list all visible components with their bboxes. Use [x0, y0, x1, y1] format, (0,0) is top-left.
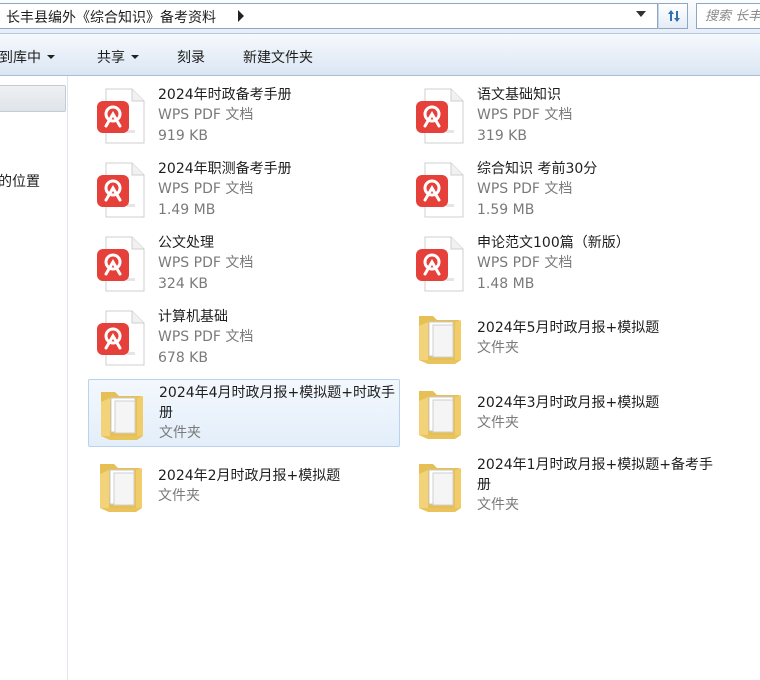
- address-bar: 长丰县编外《综合知识》备考资料: [0, 0, 760, 34]
- chevron-down-icon: [131, 55, 139, 59]
- new-folder-button[interactable]: 新建文件夹: [243, 47, 313, 67]
- item-name: 公文处理: [158, 235, 214, 251]
- item-size: 678 KB: [158, 350, 208, 366]
- wps-pdf-icon: [415, 236, 465, 292]
- file-item[interactable]: 综合知识 考前30分 WPS PDF 文档 1.59 MB: [407, 156, 719, 224]
- share-button[interactable]: 共享: [97, 47, 139, 67]
- folder-icon: [96, 458, 146, 514]
- navigation-pane: 的位置: [0, 76, 68, 680]
- item-type: 文件夹: [159, 425, 201, 441]
- wps-pdf-icon: [415, 162, 465, 218]
- file-list: 2024年时政备考手册 WPS PDF 文档 919 KB 语文基础知识 WPS PD…: [69, 76, 760, 680]
- folder-item[interactable]: 2024年4月时政月报+模拟题+时政手册文件夹: [88, 379, 400, 447]
- folder-icon: [415, 458, 465, 514]
- search-input[interactable]: [697, 4, 760, 28]
- folder-item[interactable]: 2024年3月时政月报+模拟题 文件夹: [407, 379, 719, 447]
- item-size: 919 KB: [158, 128, 208, 144]
- item-name: 2024年时政备考手册: [158, 87, 292, 103]
- item-type: WPS PDF 文档: [158, 107, 254, 123]
- chevron-down-icon: [47, 55, 55, 59]
- refresh-icon: [668, 10, 680, 22]
- item-name: 2024年2月时政月报+模拟题: [158, 468, 341, 484]
- item-size: 1.48 MB: [477, 276, 535, 292]
- item-name: 2024年职测备考手册: [158, 161, 292, 177]
- file-item[interactable]: 语文基础知识 WPS PDF 文档 319 KB: [407, 82, 719, 150]
- breadcrumb[interactable]: 长丰县编外《综合知识》备考资料: [0, 3, 658, 29]
- item-name: 2024年3月时政月报+模拟题: [477, 395, 660, 411]
- folder-item[interactable]: 2024年1月时政月报+模拟题+备考手册文件夹: [407, 452, 719, 520]
- item-type: 文件夹: [158, 488, 200, 504]
- folder-icon: [97, 386, 147, 442]
- item-name: 2024年5月时政月报+模拟题: [477, 320, 660, 336]
- item-name: 计算机基础: [158, 309, 228, 325]
- search-box[interactable]: [696, 3, 760, 29]
- item-type: WPS PDF 文档: [158, 329, 254, 345]
- item-type: WPS PDF 文档: [477, 107, 573, 123]
- nav-item-selected[interactable]: [0, 85, 66, 112]
- file-item[interactable]: 2024年职测备考手册 WPS PDF 文档 1.49 MB: [88, 156, 400, 224]
- folder-item[interactable]: 2024年2月时政月报+模拟题 文件夹: [88, 452, 400, 520]
- item-name: 申论范文100篇（新版）: [477, 235, 630, 251]
- wps-pdf-icon: [415, 88, 465, 144]
- item-name: 2024年4月时政月报+模拟题+时政手册: [159, 385, 395, 421]
- folder-icon: [415, 310, 465, 366]
- folder-item[interactable]: 2024年5月时政月报+模拟题 文件夹: [407, 304, 719, 372]
- item-name: 2024年1月时政月报+模拟题+备考手册: [477, 457, 713, 493]
- refresh-button[interactable]: [658, 3, 688, 29]
- breadcrumb-path[interactable]: 长丰县编外《综合知识》备考资料: [6, 7, 216, 27]
- item-type: 文件夹: [477, 497, 519, 513]
- file-item[interactable]: 计算机基础 WPS PDF 文档 678 KB: [88, 304, 400, 372]
- breadcrumb-chevron-icon[interactable]: [238, 10, 244, 22]
- item-name: 语文基础知识: [477, 87, 561, 103]
- wps-pdf-icon: [96, 310, 146, 366]
- item-type: WPS PDF 文档: [158, 255, 254, 271]
- item-type: 文件夹: [477, 340, 519, 356]
- nav-item-locations[interactable]: 的位置: [0, 171, 40, 191]
- wps-pdf-icon: [96, 162, 146, 218]
- item-size: 1.59 MB: [477, 202, 535, 218]
- item-size: 319 KB: [477, 128, 527, 144]
- file-item[interactable]: 2024年时政备考手册 WPS PDF 文档 919 KB: [88, 82, 400, 150]
- item-type: 文件夹: [477, 415, 519, 431]
- command-toolbar: 到库中 共享 刻录 新建文件夹: [0, 34, 760, 76]
- folder-icon: [415, 385, 465, 441]
- item-type: WPS PDF 文档: [158, 181, 254, 197]
- include-in-library-label: 到库中: [0, 50, 41, 66]
- item-size: 324 KB: [158, 276, 208, 292]
- burn-button[interactable]: 刻录: [177, 47, 205, 67]
- item-type: WPS PDF 文档: [477, 255, 573, 271]
- include-in-library-button[interactable]: 到库中: [0, 47, 55, 67]
- wps-pdf-icon: [96, 88, 146, 144]
- wps-pdf-icon: [96, 236, 146, 292]
- item-type: WPS PDF 文档: [477, 181, 573, 197]
- item-name: 综合知识 考前30分: [477, 161, 598, 177]
- history-dropdown-icon[interactable]: [636, 11, 646, 17]
- item-size: 1.49 MB: [158, 202, 216, 218]
- share-label: 共享: [97, 50, 125, 66]
- file-item[interactable]: 申论范文100篇（新版） WPS PDF 文档 1.48 MB: [407, 230, 719, 298]
- file-item[interactable]: 公文处理 WPS PDF 文档 324 KB: [88, 230, 400, 298]
